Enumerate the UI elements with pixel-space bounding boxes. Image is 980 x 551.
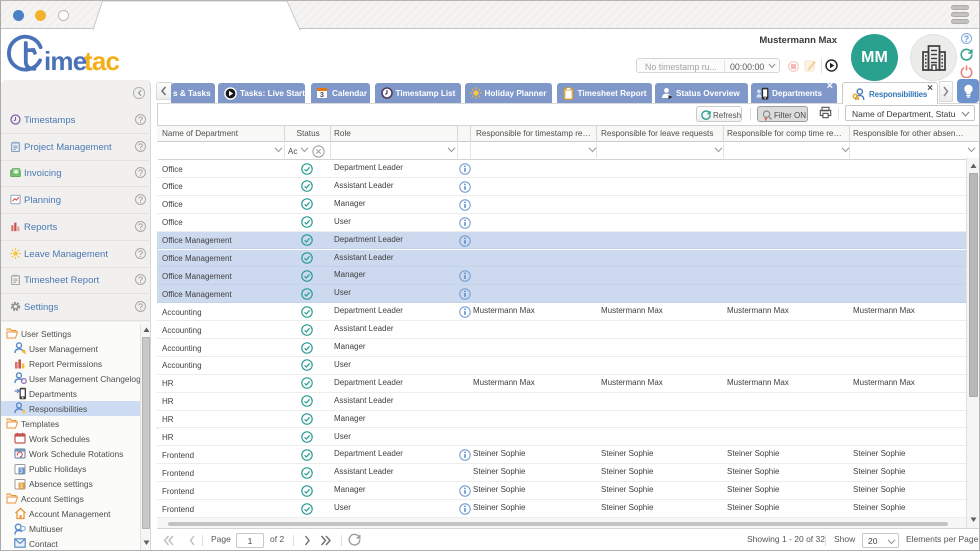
svg-text:tac: tac	[84, 46, 120, 76]
svg-text:ime: ime	[44, 46, 87, 76]
svg-text:3: 3	[320, 92, 324, 99]
